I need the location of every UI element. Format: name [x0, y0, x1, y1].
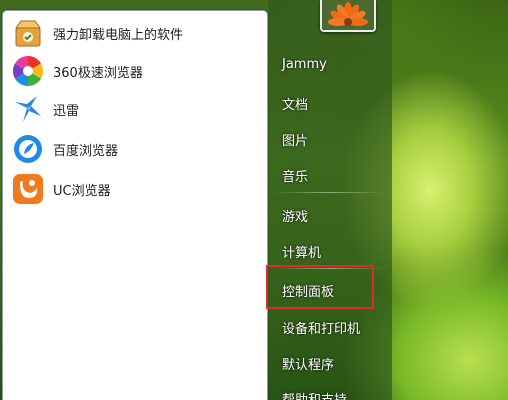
- link-documents[interactable]: 文档: [282, 94, 308, 113]
- program-label: 强力卸载电脑上的软件: [53, 27, 184, 43]
- separator: [274, 192, 386, 193]
- program-item-baidu-browser[interactable]: 百度浏览器: [11, 131, 259, 167]
- user-picture[interactable]: [320, 0, 376, 32]
- program-item-uc-browser[interactable]: UC浏览器: [11, 171, 259, 207]
- uc-browser-icon: [13, 174, 43, 204]
- program-item-xunlei[interactable]: 迅雷: [11, 91, 259, 127]
- link-default-programs[interactable]: 默认程序: [282, 354, 334, 373]
- highlight-box: [266, 265, 374, 309]
- uninstaller-box-icon: [15, 20, 41, 47]
- link-computer[interactable]: 计算机: [282, 242, 321, 261]
- programs-pane: 强力卸载电脑上的软件 360极速浏览器 迅雷 百度浏览器 UC浏览器: [2, 10, 268, 400]
- program-label: 360极速浏览器: [53, 65, 143, 81]
- program-item-uninstaller[interactable]: 强力卸载电脑上的软件: [11, 15, 259, 51]
- link-music[interactable]: 音乐: [282, 166, 308, 185]
- link-pictures[interactable]: 图片: [282, 130, 308, 149]
- link-user-name[interactable]: Jammy: [282, 57, 327, 72]
- program-label: UC浏览器: [53, 183, 111, 199]
- link-help-support[interactable]: 帮助和支持: [282, 389, 347, 400]
- xunlei-bird-icon: [15, 96, 41, 122]
- program-label: 迅雷: [53, 103, 80, 119]
- orange-flower-icon: [322, 0, 374, 30]
- program-label: 百度浏览器: [53, 143, 119, 159]
- links-pane: Jammy 文档 图片 音乐 游戏 计算机 控制面板 设备和打印机 默认程序 帮…: [268, 0, 392, 400]
- start-menu: 强力卸载电脑上的软件 360极速浏览器 迅雷 百度浏览器 UC浏览器 Jammy…: [0, 0, 392, 400]
- link-devices-printers[interactable]: 设备和打印机: [282, 318, 360, 337]
- 360-browser-icon: [12, 55, 44, 86]
- baidu-browser-icon: [14, 135, 42, 163]
- program-item-360-browser[interactable]: 360极速浏览器: [11, 53, 259, 89]
- link-games[interactable]: 游戏: [282, 206, 308, 225]
- desktop-screen: 强力卸载电脑上的软件 360极速浏览器 迅雷 百度浏览器 UC浏览器 Jammy…: [0, 0, 508, 400]
